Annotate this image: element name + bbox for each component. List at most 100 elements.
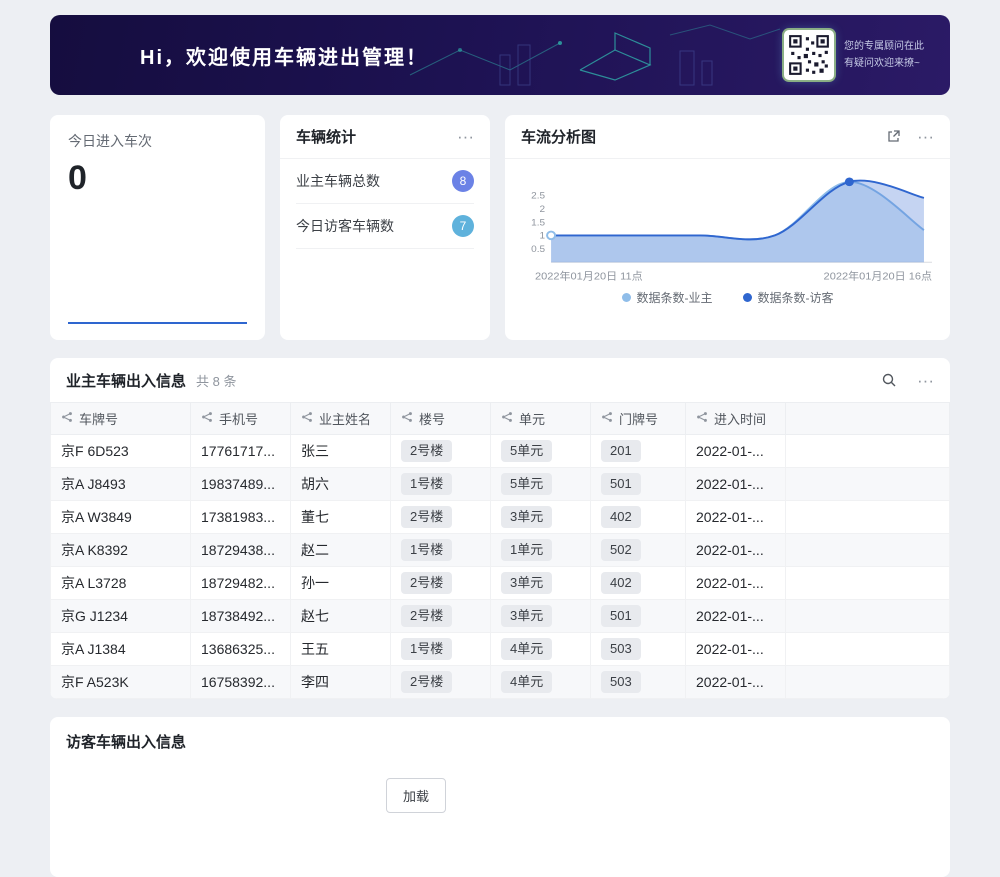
table-cell[interactable]: 京G J1234 <box>51 600 191 633</box>
table-cell[interactable]: 董七 <box>291 501 391 534</box>
table-cell-filler <box>786 633 950 666</box>
table-cell[interactable]: 1号楼 <box>391 534 491 567</box>
search-icon[interactable] <box>881 372 897 388</box>
table-cell[interactable]: 赵二 <box>291 534 391 567</box>
table-cell[interactable]: 5单元 <box>491 468 591 501</box>
tag-pill: 1单元 <box>501 539 552 561</box>
table-row: 京A J138413686325...王五1号楼 4单元 503 2022-01-..… <box>51 633 950 666</box>
table-cell[interactable]: 16758392... <box>191 666 291 699</box>
table-cell[interactable]: 1号楼 <box>391 633 491 666</box>
table-cell[interactable]: 1号楼 <box>391 468 491 501</box>
vehicle-stats-title: 车辆统计 <box>296 126 356 147</box>
more-icon[interactable]: ··· <box>917 128 934 145</box>
tag-pill: 1号楼 <box>401 473 452 495</box>
column-header[interactable]: 车牌号 <box>51 403 191 435</box>
table-cell[interactable]: 2022-01-... <box>686 666 786 699</box>
qr-caption: 您的专属顾问在此 有疑问欢迎来撩~ <box>844 38 924 72</box>
load-button[interactable]: 加载 <box>386 778 446 813</box>
table-cell[interactable]: 王五 <box>291 633 391 666</box>
table-cell[interactable]: 19837489... <box>191 468 291 501</box>
table-cell[interactable]: 402 <box>591 501 686 534</box>
table-cell[interactable]: 2号楼 <box>391 501 491 534</box>
column-header[interactable]: 门牌号 <box>591 403 686 435</box>
stat-row-owner-total: 业主车辆总数 8 <box>296 159 474 204</box>
column-header[interactable]: 单元 <box>491 403 591 435</box>
table-cell[interactable]: 2022-01-... <box>686 600 786 633</box>
table-cell[interactable]: 2号楼 <box>391 600 491 633</box>
table-row: 京A K839218729438...赵二1号楼 1单元 502 2022-01-..… <box>51 534 950 567</box>
qr-caption-line1: 您的专属顾问在此 <box>844 38 924 55</box>
table-cell[interactable]: 2022-01-... <box>686 534 786 567</box>
traffic-card-title: 车流分析图 <box>521 126 596 147</box>
visitor-table-card: 访客车辆出入信息 加载 <box>50 717 950 877</box>
table-cell-filler <box>786 534 950 567</box>
legend-item-visitor[interactable]: 数据条数-访客 <box>743 289 834 306</box>
table-cell[interactable]: 4单元 <box>491 633 591 666</box>
table-cell[interactable]: 201 <box>591 435 686 468</box>
table-cell[interactable]: 503 <box>591 666 686 699</box>
table-cell[interactable]: 3单元 <box>491 567 591 600</box>
svg-text:2022年01月20日 11点: 2022年01月20日 11点 <box>535 270 643 283</box>
table-cell[interactable]: 2022-01-... <box>686 633 786 666</box>
table-cell[interactable]: 501 <box>591 468 686 501</box>
field-type-icon <box>601 411 613 426</box>
table-cell[interactable]: 2022-01-... <box>686 567 786 600</box>
table-cell[interactable]: 胡六 <box>291 468 391 501</box>
tag-pill: 502 <box>601 539 641 561</box>
svg-text:1.5: 1.5 <box>531 218 545 229</box>
table-cell[interactable]: 502 <box>591 534 686 567</box>
table-cell[interactable]: 3单元 <box>491 600 591 633</box>
column-header[interactable]: 进入时间 <box>686 403 786 435</box>
table-cell[interactable]: 18729438... <box>191 534 291 567</box>
export-icon[interactable] <box>886 129 901 144</box>
table-cell[interactable]: 18729482... <box>191 567 291 600</box>
tag-pill: 3单元 <box>501 572 552 594</box>
table-cell[interactable]: 17761717... <box>191 435 291 468</box>
table-cell[interactable]: 孙一 <box>291 567 391 600</box>
owner-table-header: 车牌号手机号业主姓名楼号单元门牌号进入时间 <box>51 403 950 435</box>
table-cell[interactable]: 2022-01-... <box>686 468 786 501</box>
tag-pill: 4单元 <box>501 638 552 660</box>
table-cell[interactable]: 京F 6D523 <box>51 435 191 468</box>
owner-table: 车牌号手机号业主姓名楼号单元门牌号进入时间 京F 6D52317761717..… <box>50 402 950 699</box>
legend-item-owner[interactable]: 数据条数-业主 <box>622 289 713 306</box>
table-cell[interactable]: 京A J8493 <box>51 468 191 501</box>
field-type-icon <box>401 411 413 426</box>
table-cell[interactable]: 13686325... <box>191 633 291 666</box>
table-cell[interactable]: 402 <box>591 567 686 600</box>
table-cell[interactable]: 5单元 <box>491 435 591 468</box>
table-cell[interactable]: 503 <box>591 633 686 666</box>
table-cell[interactable]: 3单元 <box>491 501 591 534</box>
table-cell[interactable]: 京A W3849 <box>51 501 191 534</box>
table-cell[interactable]: 4单元 <box>491 666 591 699</box>
field-type-icon <box>696 411 708 426</box>
qr-code <box>784 30 834 80</box>
legend-dot <box>622 293 631 302</box>
column-header[interactable]: 业主姓名 <box>291 403 391 435</box>
table-cell[interactable]: 1单元 <box>491 534 591 567</box>
table-cell[interactable]: 17381983... <box>191 501 291 534</box>
table-cell[interactable]: 京A K8392 <box>51 534 191 567</box>
table-cell[interactable]: 2022-01-... <box>686 501 786 534</box>
tag-pill: 2号楼 <box>401 671 452 693</box>
table-cell[interactable]: 18738492... <box>191 600 291 633</box>
column-header[interactable]: 楼号 <box>391 403 491 435</box>
table-cell[interactable]: 2号楼 <box>391 567 491 600</box>
table-cell[interactable]: 501 <box>591 600 686 633</box>
table-cell[interactable]: 京A L3728 <box>51 567 191 600</box>
table-cell[interactable]: 京A J1384 <box>51 633 191 666</box>
more-icon[interactable]: ··· <box>917 372 934 389</box>
more-icon[interactable]: ··· <box>457 128 474 145</box>
table-cell[interactable]: 2号楼 <box>391 435 491 468</box>
table-cell[interactable]: 2022-01-... <box>686 435 786 468</box>
table-cell[interactable]: 京F A523K <box>51 666 191 699</box>
table-cell[interactable]: 张三 <box>291 435 391 468</box>
tag-pill: 2号楼 <box>401 572 452 594</box>
table-cell[interactable]: 赵七 <box>291 600 391 633</box>
tag-pill: 5单元 <box>501 473 552 495</box>
table-cell[interactable]: 2号楼 <box>391 666 491 699</box>
column-header[interactable]: 手机号 <box>191 403 291 435</box>
table-cell[interactable]: 李四 <box>291 666 391 699</box>
table-cell-filler <box>786 501 950 534</box>
tag-pill: 503 <box>601 638 641 660</box>
